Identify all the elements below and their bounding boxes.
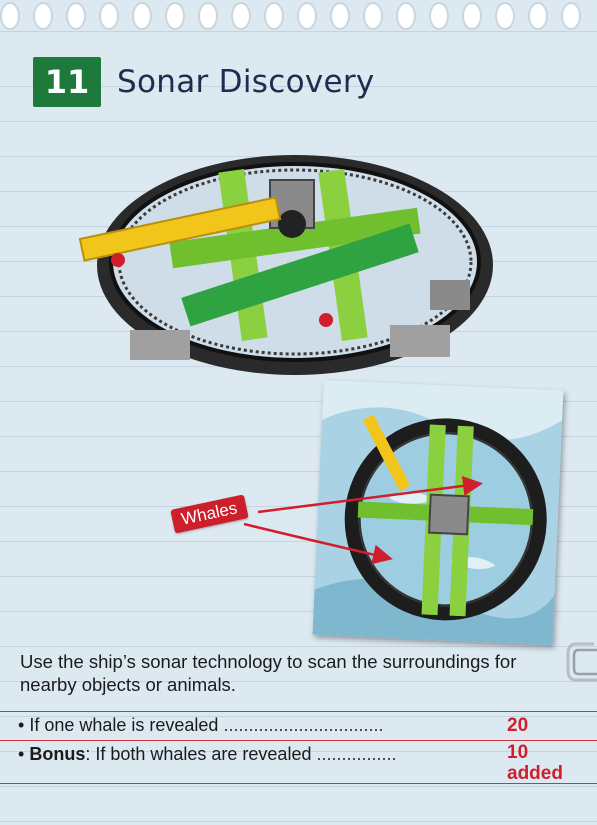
binding-ring <box>462 2 482 30</box>
binding-ring <box>198 2 218 30</box>
binding-ring <box>330 2 350 30</box>
score-row-both-whales: • Bonus: If both whales are revealed ...… <box>0 740 597 784</box>
mission-number-badge: 11 <box>33 57 101 107</box>
score-label: • If one whale is revealed .............… <box>18 715 384 736</box>
binding-ring <box>33 2 53 30</box>
bullet: • <box>18 744 25 764</box>
ocean-mat-photo <box>312 379 564 646</box>
binding-ring <box>561 2 581 30</box>
score-points: 20 <box>507 715 529 736</box>
bonus-label: Bonus <box>29 744 86 764</box>
whales-callout: Whales <box>170 494 249 534</box>
binding-ring <box>0 2 20 30</box>
mission-title: Sonar Discovery <box>117 64 375 100</box>
divider <box>0 783 597 784</box>
binding-ring <box>429 2 449 30</box>
paper-clip-icon <box>566 642 597 682</box>
leader-dots: ................................ <box>223 715 384 735</box>
score-text: : If both whales are revealed <box>85 744 312 764</box>
mission-description: Use the ship’s sonar technology to scan … <box>20 651 517 695</box>
score-text: If one whale is revealed <box>29 715 219 735</box>
binding-ring <box>495 2 515 30</box>
binding-ring <box>165 2 185 30</box>
photo-scene <box>312 379 564 646</box>
binding-ring <box>528 2 548 30</box>
binding-ring <box>264 2 284 30</box>
binding-ring <box>66 2 86 30</box>
model-illustration <box>78 155 493 375</box>
mission-card: 11 Sonar Discovery Whales Use the ship’s… <box>0 0 597 825</box>
bullet: • <box>18 715 25 735</box>
binding-ring <box>363 2 383 30</box>
binding-ring <box>132 2 152 30</box>
score-row-one-whale: • If one whale is revealed .............… <box>0 711 597 740</box>
mission-heading: 11 Sonar Discovery <box>33 57 375 107</box>
binding-ring <box>297 2 317 30</box>
score-label: • Bonus: If both whales are revealed ...… <box>18 744 397 765</box>
binding-ring <box>396 2 416 30</box>
score-points: 10 added <box>507 742 563 784</box>
binding-ring <box>99 2 119 30</box>
binding-ring <box>231 2 251 30</box>
spiral-binding-rings <box>0 2 581 30</box>
leader-dots: ................ <box>316 744 397 764</box>
